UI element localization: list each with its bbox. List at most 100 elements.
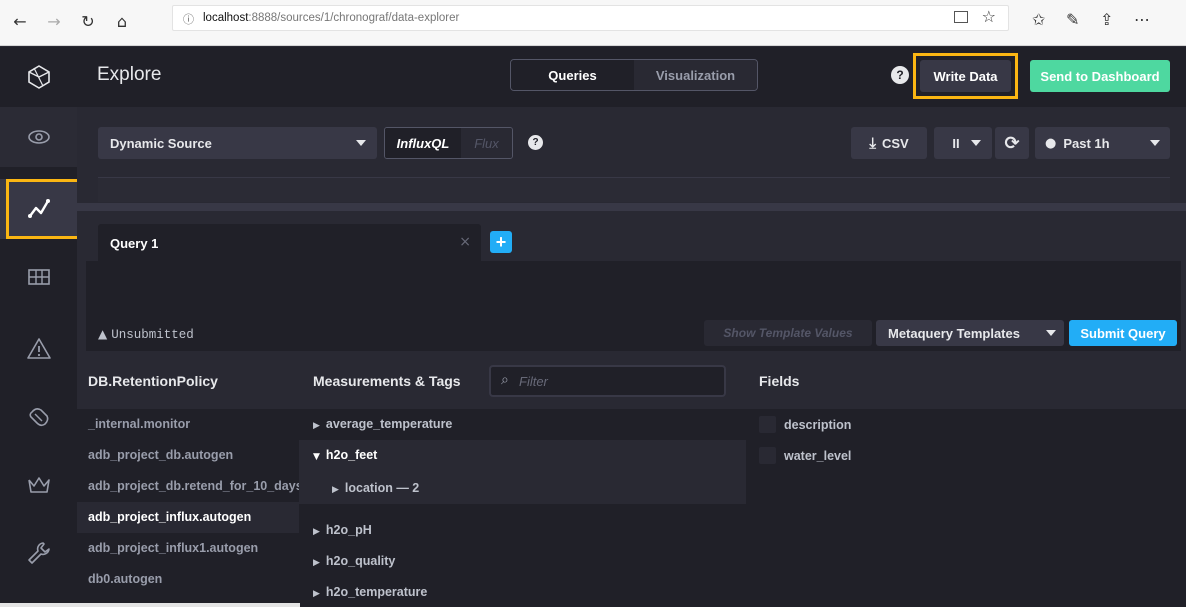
expanded-measurement: ▼ h2o_feet ▶ location — 2 [299,440,746,504]
caret-right-icon: ▶ [313,589,320,599]
chevron-down-icon [356,140,366,146]
list-item[interactable]: adb_project_db.retend_for_10_days [77,471,299,502]
more-icon[interactable]: ⋯ [1134,10,1150,29]
field-item[interactable]: water_level [759,440,851,471]
admin-crown-icon[interactable] [0,455,77,515]
list-item[interactable]: _internal.monitor [77,409,299,440]
write-data-button[interactable]: Write Data [920,60,1011,92]
configuration-wrench-icon[interactable] [0,523,77,583]
logo-icon[interactable] [0,47,77,107]
download-icon: ⤓ [869,134,876,152]
database-list: _internal.monitor adb_project_db.autogen… [77,409,299,607]
view-mode-toggle: Queries Visualization [510,59,758,91]
forward-icon[interactable]: → [42,10,66,34]
caret-right-icon: ▶ [313,558,320,568]
favorite-star-icon[interactable]: ☆ [982,7,996,26]
csv-download-button[interactable]: ⤓ CSV [851,127,927,159]
field-label: water_level [784,448,852,463]
query-language-toggle: InfluxQL Flux [384,127,513,159]
query-tabs: Query 1 × + [77,211,1186,261]
chevron-down-icon [971,140,981,146]
caret-right-icon: ▶ [313,421,320,431]
measurement-label: average_temperature [325,417,453,431]
browser-toolbar: ← → ↻ ⌂ ⓘ localhost:8888/sources/1/chron… [0,0,1186,46]
alerts-warning-icon[interactable] [0,319,77,379]
source-dropdown[interactable]: Dynamic Source [98,127,377,159]
add-query-button[interactable]: + [490,231,512,253]
tab-label: Query 1 [110,236,159,251]
measurement-item[interactable]: ▶ h2o_quality [299,546,746,577]
autorefresh-pause-dropdown[interactable]: II [934,127,992,159]
measurement-label: h2o_temperature [325,585,428,599]
warning-icon: ▲ [98,327,108,341]
close-icon[interactable]: × [459,234,471,250]
db-column-header: DB.RetentionPolicy [88,373,218,389]
checkbox[interactable] [759,416,776,433]
field-item[interactable]: description [759,409,851,440]
clock-icon: ● [1045,135,1057,151]
measurement-item[interactable]: ▼ h2o_feet [299,440,746,471]
submit-query-button[interactable]: Submit Query [1069,320,1177,346]
page-title: Explore [97,64,162,85]
tag-label: location — 2 [344,481,420,495]
refresh-icon[interactable]: ↻ [76,10,100,34]
metaquery-label: Metaquery Templates [888,325,1020,341]
share-icon[interactable]: ⇪ [1100,10,1113,29]
send-to-dashboard-button[interactable]: Send to Dashboard [1030,60,1170,92]
fields-list: description water_level [746,409,1186,607]
metaquery-templates-dropdown[interactable]: Metaquery Templates [876,320,1064,346]
query-editor[interactable]: ▲ Unsubmitted Show Template Values Metaqu… [86,261,1181,351]
checkbox[interactable] [759,447,776,464]
tab-visualization[interactable]: Visualization [634,60,757,90]
favorites-list-icon[interactable]: ✩ [1032,10,1045,29]
query-toolbar: Dynamic Source InfluxQL Flux ? ⤓ CSV II … [77,107,1186,207]
home-icon[interactable]: ⌂ [110,10,134,34]
show-template-values-button[interactable]: Show Template Values [704,320,872,346]
influxql-option[interactable]: InfluxQL [385,128,461,158]
list-item[interactable]: db0.autogen [77,564,299,595]
field-label: description [784,417,852,432]
measurement-item[interactable]: ▶ h2o_temperature [299,577,746,607]
flux-option[interactable]: Flux [461,128,512,158]
app-sidebar [0,47,81,607]
csv-label: CSV [881,135,909,151]
caret-down-icon: ▼ [313,452,320,462]
info-icon[interactable]: ⓘ [183,11,194,27]
horizontal-scrollbar[interactable] [0,603,300,607]
time-range-dropdown[interactable]: ● Past 1h [1035,127,1170,159]
measurement-item[interactable]: ▶ average_temperature [299,409,746,440]
filter-box[interactable]: ⌕ [489,365,726,397]
tab-queries[interactable]: Queries [511,60,634,90]
measurement-item[interactable]: ▶ h2o_pH [299,515,746,546]
fields-column-header: Fields [759,373,800,389]
log-viewer-icon[interactable] [0,387,77,447]
schema-explorer: DB.RetentionPolicy Measurements & Tags ⌕… [77,351,1186,607]
chevron-down-icon [1150,140,1160,146]
caret-right-icon: ▶ [332,485,339,495]
tab-query-1[interactable]: Query 1 × [98,224,481,261]
resize-divider[interactable] [77,203,1186,211]
host-eye-icon[interactable] [0,107,77,167]
measurement-label: h2o_feet [325,448,378,462]
measurements-column-header: Measurements & Tags [313,373,461,389]
tag-item[interactable]: ▶ location — 2 [299,471,746,504]
filter-input[interactable] [519,369,719,393]
pen-icon[interactable]: ✎ [1066,10,1079,29]
pause-icon: II [952,135,960,151]
caret-right-icon: ▶ [313,527,320,537]
source-label: Dynamic Source [110,136,212,151]
url-text[interactable]: localhost:8888/sources/1/chronograf/data… [203,12,459,24]
help-icon[interactable]: ? [891,66,909,84]
help-icon[interactable]: ? [528,135,543,150]
data-explorer-icon[interactable] [0,179,81,239]
graph-area [98,177,1170,202]
list-item[interactable]: adb_project_influx1.autogen [77,533,299,564]
reading-view-icon[interactable] [954,11,968,23]
dashboards-grid-icon[interactable] [0,247,77,307]
back-icon[interactable]: ← [8,10,32,34]
query-status: ▲ Unsubmitted [98,327,194,342]
refresh-icon[interactable]: ⟳ [995,127,1029,159]
list-item-selected[interactable]: adb_project_influx.autogen [77,502,299,533]
list-item[interactable]: adb_project_db.autogen [77,440,299,471]
address-bar[interactable]: ⓘ localhost:8888/sources/1/chronograf/da… [172,5,1009,31]
